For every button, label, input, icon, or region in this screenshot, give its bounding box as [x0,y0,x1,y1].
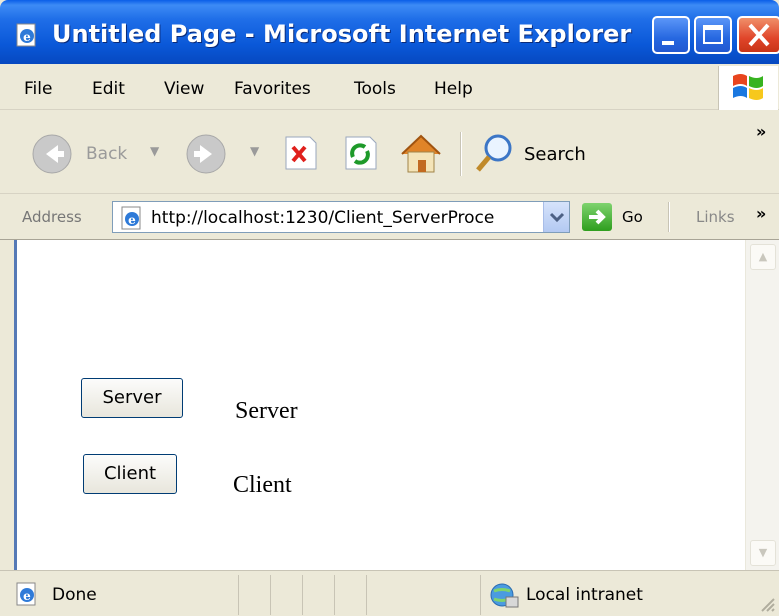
windows-flag-icon [733,74,763,100]
windows-flag-logo [718,66,778,110]
close-button[interactable] [737,16,779,54]
minimize-icon [662,41,674,45]
resize-grip-icon[interactable] [756,593,776,613]
page-content: Server Server Client Client [14,240,745,570]
search-button[interactable]: Search [472,130,602,176]
menu-file[interactable]: File [24,79,52,99]
chevron-down-icon: ▼ [758,546,768,559]
ie-page-icon: e [16,582,36,606]
forward-dropdown-icon[interactable]: ▼ [250,144,259,158]
refresh-icon[interactable] [340,133,380,173]
address-bar: Address e http://localhost:1230/Client_S… [0,194,779,240]
maximize-button[interactable] [694,16,732,54]
status-pane-divider [270,575,271,615]
menu-edit[interactable]: Edit [92,79,125,99]
menu-help[interactable]: Help [434,79,473,99]
address-dropdown-button[interactable] [543,202,569,232]
status-pane-divider [302,575,303,615]
address-input[interactable]: e http://localhost:1230/Client_ServerPro… [112,201,570,233]
browser-window: e Untitled Page - Microsoft Internet Exp… [0,0,779,616]
client-label: Client [233,472,292,498]
scroll-up-button[interactable]: ▲ [750,244,776,270]
search-label: Search [524,144,586,165]
ie-page-icon: e [121,206,141,230]
toolbar-separator [460,132,462,176]
chevron-up-icon: ▲ [758,250,768,263]
address-separator [668,202,670,232]
go-label[interactable]: Go [622,208,643,226]
links-overflow-icon[interactable]: » [756,204,766,223]
window-title: Untitled Page - Microsoft Internet Explo… [52,20,632,48]
vertical-scrollbar[interactable]: ▲ ▼ [745,240,779,570]
minimize-button[interactable] [652,16,690,54]
menu-tools[interactable]: Tools [354,79,396,99]
status-pane-divider [366,575,367,615]
standard-toolbar: Back ▼ ▼ Search » [0,110,779,194]
go-button[interactable] [582,203,612,231]
maximize-icon [703,25,723,44]
back-dropdown-icon[interactable]: ▼ [150,144,159,158]
title-bar[interactable]: e Untitled Page - Microsoft Internet Exp… [0,0,779,64]
menu-bar: File Edit View Favorites Tools Help [0,64,779,110]
status-pane-divider [480,575,481,615]
back-arrow-icon[interactable] [30,133,78,175]
server-label: Server [235,398,298,424]
svg-text:e: e [23,589,31,603]
svg-text:e: e [23,30,31,44]
intranet-globe-icon [490,583,519,608]
address-label: Address [22,208,82,226]
client-button[interactable]: Client [83,454,177,494]
chevron-down-icon [549,212,565,223]
address-url: http://localhost:1230/Client_ServerProce [151,208,495,228]
links-label[interactable]: Links [696,208,735,226]
close-icon [748,23,770,47]
back-label[interactable]: Back [86,144,127,164]
svg-text:e: e [128,213,136,227]
scroll-down-button[interactable]: ▼ [750,540,776,566]
status-bar: e Done Local intranet [0,570,779,616]
forward-arrow-icon[interactable] [184,133,232,175]
menu-favorites[interactable]: Favorites [234,79,311,99]
toolbar-overflow-icon[interactable]: » [756,122,766,141]
server-button[interactable]: Server [81,378,183,418]
status-pane-divider [238,575,239,615]
status-pane-divider [334,575,335,615]
stop-icon[interactable] [280,133,320,173]
status-text: Done [52,585,97,605]
go-arrow-icon [589,209,606,225]
home-icon[interactable] [398,130,444,176]
search-magnifier-icon [476,134,512,172]
ie-page-icon: e [16,23,36,47]
zone-text: Local intranet [526,585,643,605]
menu-view[interactable]: View [164,79,204,99]
